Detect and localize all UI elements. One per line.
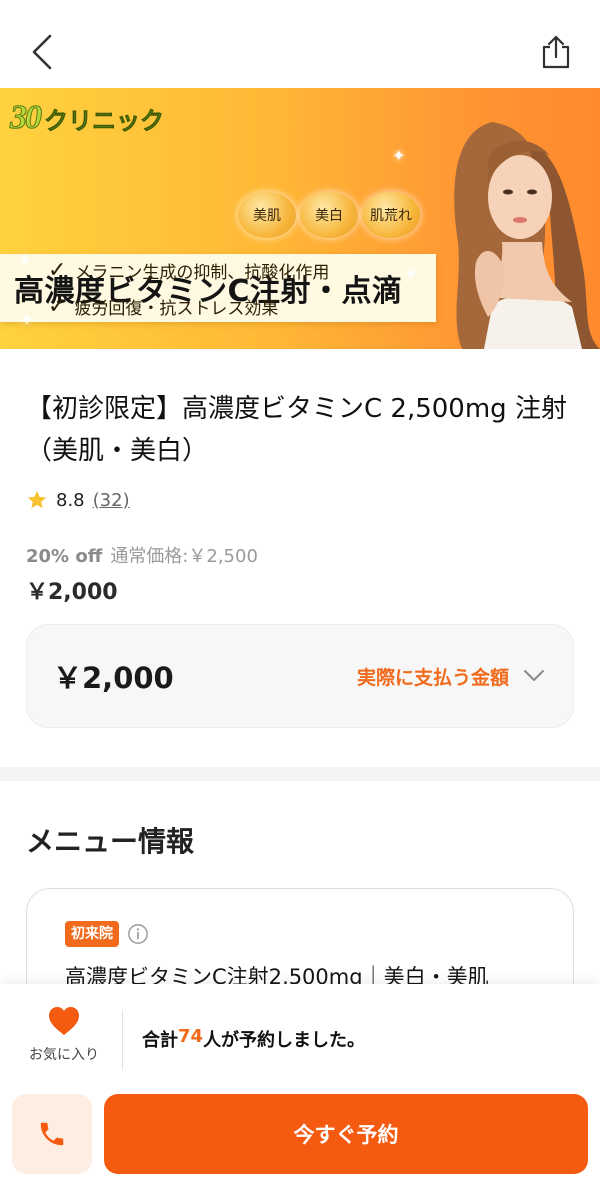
reserve-now-button[interactable]: 今すぐ予約 bbox=[104, 1094, 588, 1174]
rating-row: 8.8 (32) bbox=[26, 487, 130, 513]
share-icon bbox=[542, 35, 570, 69]
check-icon: ✓ bbox=[48, 258, 67, 283]
tag-pill-rough-skin: 肌荒れ bbox=[362, 192, 420, 238]
promo-banner: 30 クリニック 美肌 美白 肌荒れ 高濃度ビタミンC注射・点滴 ✓ メラニン生… bbox=[0, 88, 600, 349]
chevron-left-icon bbox=[32, 34, 52, 70]
booked-suffix: 人が予約しました。 bbox=[203, 1030, 366, 1051]
booking-count-text: 合計 74 人が予約しました。 bbox=[142, 1026, 365, 1052]
payment-label: 実際に支払う金額 bbox=[356, 666, 509, 689]
phone-icon bbox=[40, 1122, 64, 1146]
check-icon: ✓ bbox=[48, 294, 67, 319]
bar-divider bbox=[122, 1010, 123, 1070]
favorite-label: お気に入り bbox=[29, 1047, 99, 1063]
price-info-row: 20% off 通常価格:￥2,500 bbox=[26, 542, 258, 568]
banner-feature-1: ✓ メラニン生成の抑制、抗酸化作用 bbox=[48, 258, 329, 283]
bottom-action-bar: お気に入り 合計 74 人が予約しました。 今すぐ予約 bbox=[0, 984, 600, 1199]
share-button[interactable] bbox=[534, 28, 578, 76]
favorite-button[interactable]: お気に入り bbox=[20, 1006, 108, 1076]
sparkle-icon: ✦ bbox=[18, 250, 32, 269]
info-icon[interactable] bbox=[127, 923, 149, 945]
sparkle-icon: ✦ bbox=[404, 264, 418, 283]
booked-count: 74 bbox=[178, 1026, 204, 1047]
feature-text: メラニン生成の抑制、抗酸化作用 bbox=[74, 263, 330, 283]
discount-label: 20% off bbox=[26, 546, 103, 567]
rating-score: 8.8 bbox=[56, 489, 85, 511]
top-nav-bar bbox=[0, 0, 600, 88]
payment-label-group: 実際に支払う金額 bbox=[357, 663, 545, 690]
logo-number: 30 bbox=[10, 99, 43, 137]
booked-prefix: 合計 bbox=[142, 1030, 178, 1051]
review-count-link[interactable]: (32) bbox=[93, 490, 130, 511]
sale-price: ￥2,000 bbox=[26, 580, 118, 605]
payment-amount: ￥2,000 bbox=[53, 661, 174, 695]
tag-pill-skin: 美肌 bbox=[238, 192, 296, 238]
banner-feature-2: ✓ 疲労回復・抗ストレス効果 bbox=[48, 294, 278, 319]
payment-amount-card[interactable]: ￥2,000 実際に支払う金額 bbox=[26, 624, 574, 728]
sparkle-icon: ✦ bbox=[392, 146, 406, 165]
section-divider bbox=[0, 767, 600, 781]
logo-text: クリニック bbox=[44, 106, 165, 135]
clinic-logo: 30 クリニック bbox=[10, 98, 165, 138]
first-visit-badge: 初来院 bbox=[65, 921, 119, 947]
product-title: 【初診限定】高濃度ビタミンC 2,500mg 注射（美肌・美白） bbox=[26, 394, 567, 466]
menu-badge-row: 初来院 bbox=[65, 921, 149, 947]
call-button[interactable] bbox=[12, 1094, 92, 1174]
feature-text: 疲労回復・抗ストレス効果 bbox=[74, 299, 279, 319]
star-icon bbox=[27, 490, 47, 509]
back-button[interactable] bbox=[22, 28, 62, 76]
tag-pill-whitening: 美白 bbox=[300, 192, 358, 238]
heart-icon bbox=[49, 1007, 79, 1035]
sparkle-icon: ✦ bbox=[20, 310, 34, 329]
menu-section-title: メニュー情報 bbox=[26, 825, 195, 858]
chevron-down-icon bbox=[524, 670, 544, 681]
regular-price: 通常価格:￥2,500 bbox=[110, 546, 258, 567]
model-photo bbox=[432, 102, 600, 349]
